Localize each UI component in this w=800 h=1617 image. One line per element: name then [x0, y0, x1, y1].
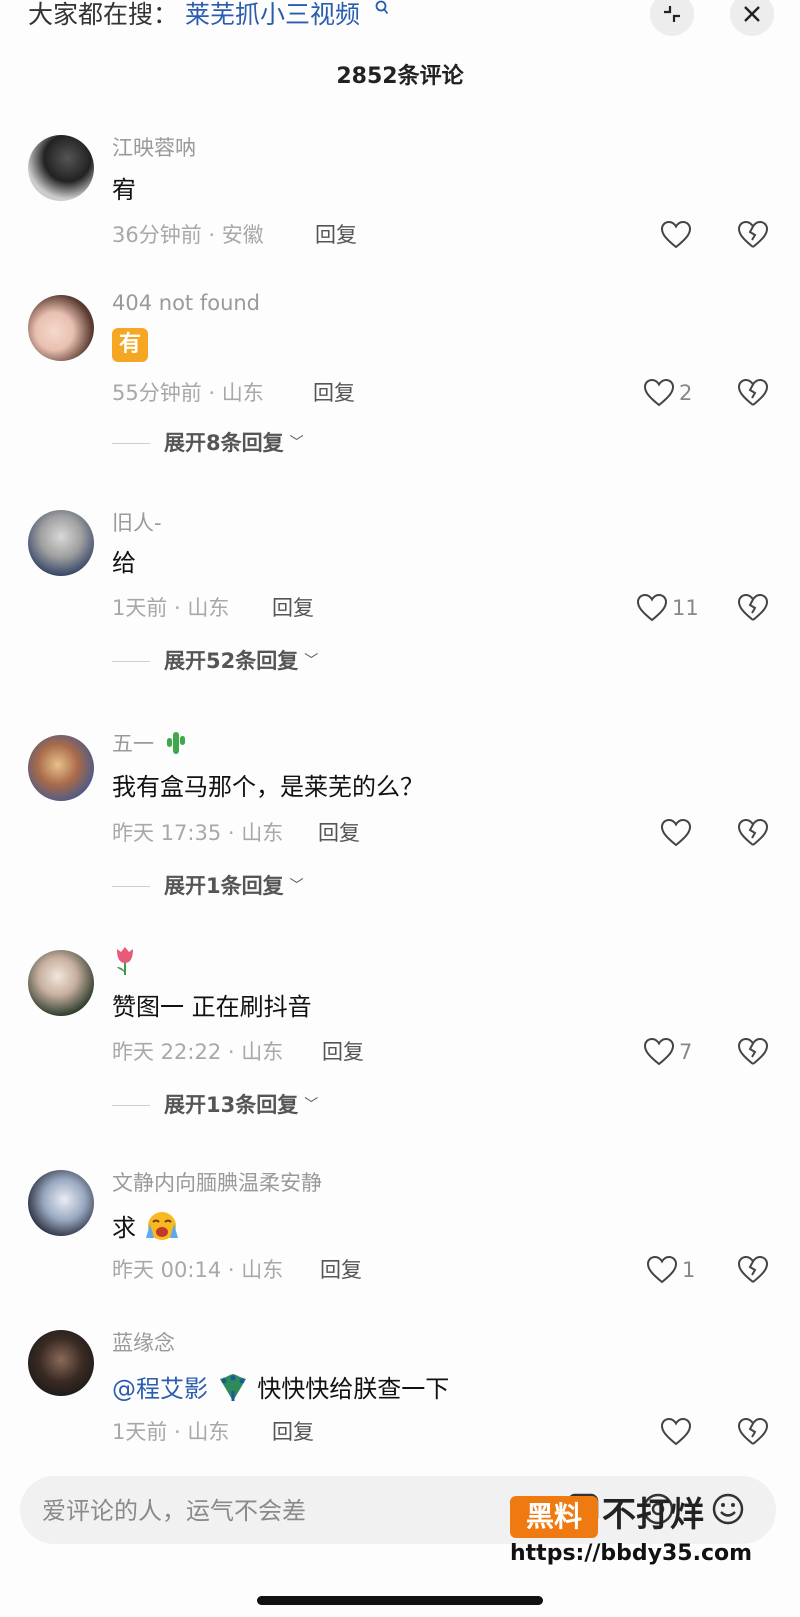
comment-text-content: 快快快给朕查一下: [257, 1375, 450, 1403]
comment-count-title: 2852条评论: [336, 64, 464, 89]
reply-button[interactable]: 回复: [318, 820, 360, 846]
like-button[interactable]: 1: [646, 1255, 695, 1285]
like-count: 1: [682, 1258, 696, 1282]
watermark-logo: 黑料: [510, 1496, 598, 1538]
reply-button[interactable]: 回复: [322, 1039, 364, 1065]
expand-replies-label: 展开1条回复: [164, 874, 284, 898]
broken-heart-icon[interactable]: [737, 593, 769, 623]
like-button[interactable]: 11: [636, 593, 699, 623]
expand-replies-button[interactable]: 展开8条回复 ﹀: [112, 430, 304, 456]
expand-replies-button[interactable]: 展开52条回复 ﹀: [112, 648, 318, 674]
comment-meta: 1天前 · 山东: [112, 596, 230, 620]
collapse-button[interactable]: [650, 0, 694, 36]
comment-meta: 昨天 17:35 · 山东: [112, 821, 284, 845]
comment-meta: 昨天 22:22 · 山东: [112, 1040, 284, 1064]
comment-username[interactable]: [112, 945, 138, 983]
like-button[interactable]: [660, 220, 696, 250]
expand-replies-label: 展开8条回复: [164, 431, 284, 455]
comment-username[interactable]: 旧人-: [112, 510, 162, 536]
comment-text: 给: [112, 549, 136, 577]
like-button[interactable]: [660, 818, 696, 848]
chevron-down-icon: ﹀: [304, 1097, 319, 1113]
like-count: 2: [679, 381, 693, 405]
avatar[interactable]: [28, 1330, 94, 1396]
cactus-emoji-icon: [166, 732, 185, 754]
like-button[interactable]: 7: [643, 1037, 692, 1067]
reply-button[interactable]: 回复: [272, 595, 314, 621]
tulip-emoji-icon: [117, 947, 133, 975]
avatar[interactable]: [28, 735, 94, 801]
like-count: 7: [679, 1040, 693, 1064]
broken-heart-icon[interactable]: [737, 818, 769, 848]
broken-heart-icon[interactable]: [737, 220, 769, 250]
expand-replies-button[interactable]: 展开1条回复 ﹀: [112, 873, 304, 899]
comment-username[interactable]: 文静内向腼腆温柔安静: [112, 1170, 322, 1196]
avatar[interactable]: [28, 950, 94, 1016]
heart-icon: [660, 1417, 692, 1446]
avatar[interactable]: [28, 295, 94, 361]
comment-meta: 昨天 00:14 · 山东: [112, 1258, 284, 1282]
close-button[interactable]: [730, 0, 774, 36]
search-icon: [375, 0, 389, 20]
broken-heart-icon[interactable]: [737, 1417, 769, 1447]
watermark-text: 不打烊: [602, 1495, 704, 1535]
home-indicator: [257, 1596, 543, 1605]
comment-text: 我有盒马那个，是莱芜的么？: [112, 773, 424, 801]
reply-button[interactable]: 回复: [315, 222, 357, 248]
comment-meta: 36分钟前 · 安徽: [112, 223, 264, 247]
watermark: 黑料 不打烊 https://bbdy35.com: [510, 1492, 780, 1572]
reply-button[interactable]: 回复: [272, 1419, 314, 1445]
comment-text: @程艾影 快快快给朕查一下: [112, 1373, 449, 1404]
comment-text: 有: [112, 328, 148, 362]
comment-username-text: 五一: [112, 732, 154, 756]
heart-icon: [660, 220, 692, 249]
avatar[interactable]: [28, 510, 94, 576]
expand-replies-label: 展开52条回复: [164, 649, 299, 673]
heart-icon: [643, 378, 675, 407]
crying-face-emoji-icon: [145, 1212, 178, 1240]
heart-icon: [646, 1255, 678, 1284]
heart-icon: [643, 1037, 675, 1066]
like-button[interactable]: 2: [643, 378, 692, 408]
comment-username[interactable]: 404 not found: [112, 290, 260, 316]
comment-meta: 1天前 · 山东: [112, 1420, 230, 1444]
you-emoji-badge: 有: [112, 328, 148, 362]
broken-heart-icon[interactable]: [737, 1037, 769, 1067]
broken-heart-icon[interactable]: [737, 378, 769, 408]
expand-replies-label: 展开13条回复: [164, 1093, 299, 1117]
comment-username[interactable]: 五一: [112, 730, 187, 757]
reply-button[interactable]: 回复: [313, 380, 355, 406]
chevron-down-icon: ﹀: [304, 653, 319, 669]
search-prefix: 大家都在搜：: [28, 0, 179, 29]
comment-text-content: 求: [112, 1214, 136, 1242]
comment-text: 求: [112, 1210, 180, 1243]
mention-link[interactable]: @程艾影: [112, 1375, 208, 1403]
heart-icon: [636, 593, 668, 622]
comment-meta: 55分钟前 · 山东: [112, 381, 264, 405]
broken-heart-icon[interactable]: [737, 1255, 769, 1285]
top-bar: 大家都在搜： 莱芜抓小三视频: [0, 0, 800, 40]
comment-username[interactable]: 蓝缘念: [112, 1330, 175, 1356]
collapse-icon: [664, 6, 680, 22]
heart-icon: [660, 818, 692, 847]
comment-text: 赞图一 正在刷抖音: [112, 993, 312, 1021]
chevron-down-icon: ﹀: [289, 878, 304, 894]
comment-username[interactable]: 江映蓉呐: [112, 135, 196, 161]
like-count: 11: [672, 596, 699, 620]
reply-button[interactable]: 回复: [320, 1257, 362, 1283]
avatar[interactable]: [28, 135, 94, 201]
chevron-down-icon: ﹀: [289, 435, 304, 451]
expand-replies-button[interactable]: 展开13条回复 ﹀: [112, 1092, 318, 1118]
peacock-emoji-icon: [219, 1374, 246, 1401]
close-icon: [744, 6, 760, 22]
avatar[interactable]: [28, 1170, 94, 1236]
watermark-url: https://bbdy35.com: [510, 1541, 753, 1566]
comment-text: 宥: [112, 176, 136, 204]
search-suggestion-link[interactable]: 莱芜抓小三视频: [185, 0, 360, 30]
comment-input-placeholder: 爱评论的人，运气不会差: [42, 1497, 306, 1525]
like-button[interactable]: [660, 1417, 696, 1447]
